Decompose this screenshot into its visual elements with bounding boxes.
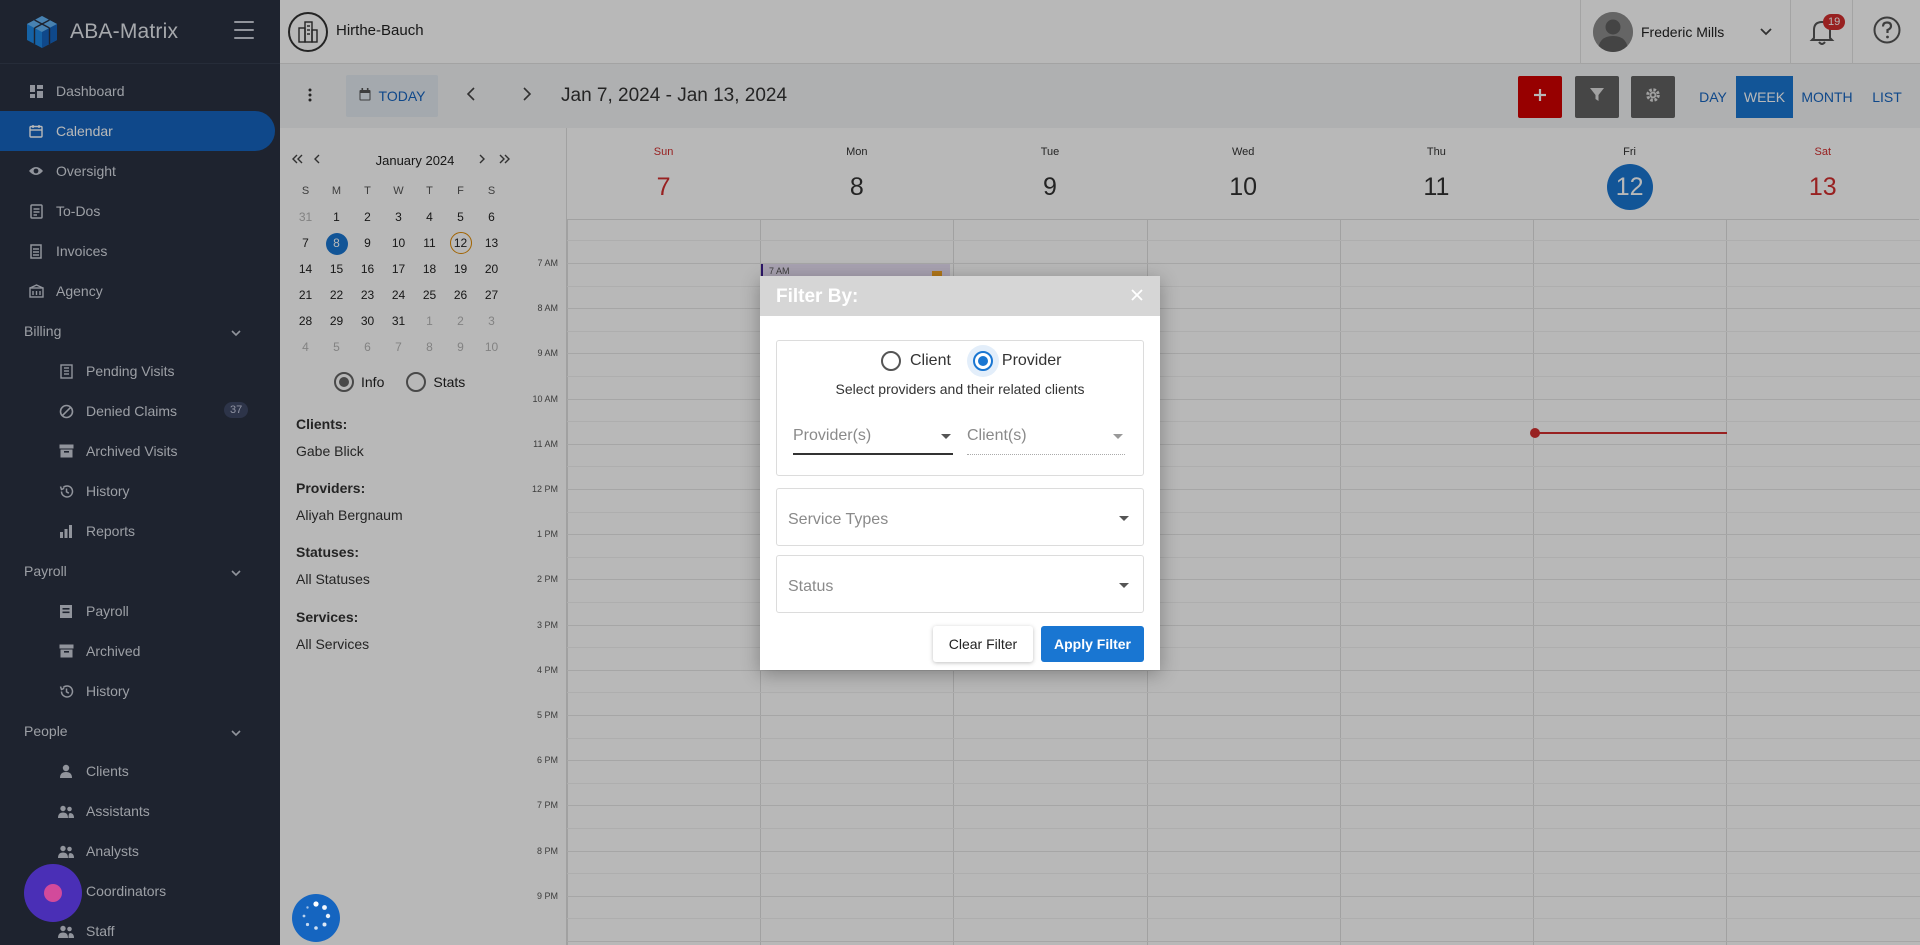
filter-modal: Filter By: Client Provider Select provid…	[760, 276, 1160, 670]
client-select[interactable]: Client(s)	[967, 427, 1125, 455]
client-radio[interactable]	[881, 351, 901, 371]
close-icon[interactable]	[1130, 288, 1144, 307]
provider-option-label: Provider	[1001, 352, 1062, 369]
chat-dot-icon	[44, 884, 62, 902]
spinner-icon	[300, 900, 332, 937]
apply-filter-button[interactable]: Apply Filter	[1041, 626, 1144, 662]
provider-client-filter: Client Provider Select providers and the…	[776, 340, 1144, 476]
caret-down-icon	[1119, 516, 1129, 521]
client-option-label: Client	[910, 352, 951, 369]
loading-spinner-button[interactable]	[292, 894, 340, 942]
filter-helper-text: Select providers and their related clien…	[835, 381, 1085, 397]
modal-title: Filter By:	[776, 286, 859, 307]
client-placeholder: Client(s)	[967, 427, 1027, 444]
service-types-select[interactable]: Service Types	[776, 488, 1144, 546]
service-types-placeholder: Service Types	[788, 511, 889, 528]
status-select[interactable]: Status	[776, 555, 1144, 613]
modal-header: Filter By:	[760, 276, 1160, 316]
filter-type-toggle: Client Provider	[881, 351, 1061, 371]
clear-filter-button[interactable]: Clear Filter	[933, 626, 1033, 662]
caret-down-icon	[941, 434, 951, 439]
provider-radio[interactable]	[972, 351, 993, 371]
provider-select[interactable]: Provider(s)	[793, 427, 953, 455]
caret-down-icon	[1113, 434, 1123, 439]
chat-launcher-button[interactable]	[24, 864, 82, 922]
status-placeholder: Status	[788, 578, 834, 595]
caret-down-icon	[1119, 583, 1129, 588]
provider-placeholder: Provider(s)	[793, 427, 872, 444]
